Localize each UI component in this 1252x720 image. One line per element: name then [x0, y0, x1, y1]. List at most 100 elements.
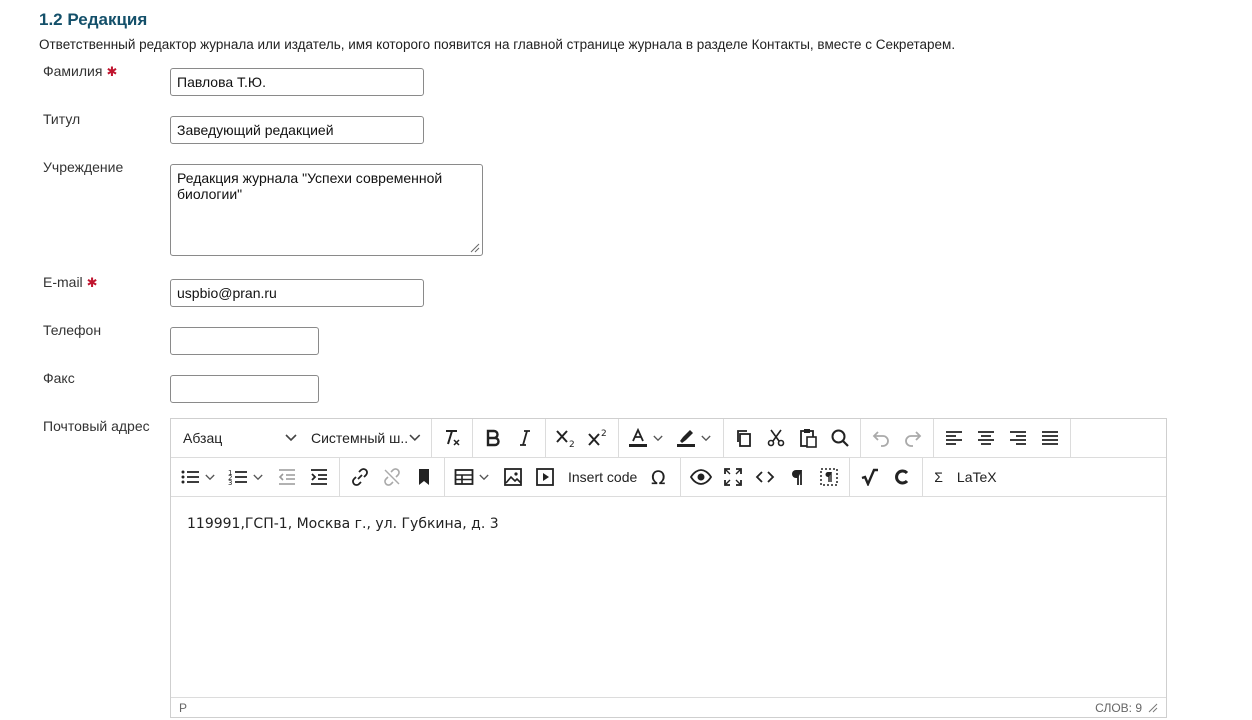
- numbered-list-button[interactable]: 123: [224, 461, 270, 493]
- email-label-text: E-mail: [43, 274, 83, 290]
- highlight-color-button[interactable]: [672, 422, 718, 454]
- resize-grip-icon[interactable]: [470, 243, 480, 253]
- institution-label: Учреждение: [43, 159, 124, 175]
- resize-handle-icon[interactable]: [1148, 703, 1158, 713]
- script-group: 2 2: [546, 418, 619, 458]
- cut-button[interactable]: [761, 422, 791, 454]
- text-color-icon: [629, 428, 647, 447]
- show-blocks-button[interactable]: [814, 461, 844, 493]
- latex-group: Σ LaTeX: [923, 458, 1007, 497]
- italic-icon: [520, 430, 530, 446]
- svg-text:3: 3: [228, 479, 232, 486]
- image-button[interactable]: [498, 461, 528, 493]
- editor-paragraph: 119991,ГСП-1, Москва г., ул. Губкина, д.…: [187, 516, 499, 532]
- svg-text:2: 2: [601, 429, 607, 439]
- link-button[interactable]: [345, 461, 375, 493]
- bold-icon: [486, 429, 500, 447]
- link-icon: [352, 468, 368, 486]
- media-icon: [536, 468, 554, 486]
- justify-button[interactable]: [1035, 422, 1065, 454]
- title-label: Титул: [43, 111, 81, 127]
- institution-textarea[interactable]: Редакция журнала "Успехи современной био…: [170, 164, 483, 256]
- outdent-button[interactable]: [272, 461, 302, 493]
- bullet-list-icon: [181, 470, 199, 484]
- unlink-icon: [384, 468, 400, 486]
- italic-button[interactable]: [510, 422, 540, 454]
- source-code-icon: [755, 471, 775, 483]
- svg-text:2: 2: [569, 440, 575, 448]
- bookmark-button[interactable]: [409, 461, 439, 493]
- copy-button[interactable]: [729, 422, 759, 454]
- align-right-icon: [1010, 431, 1026, 445]
- align-center-icon: [978, 431, 994, 445]
- indent-button[interactable]: [304, 461, 334, 493]
- editor-statusbar: P СЛОВ: 9: [171, 697, 1166, 717]
- find-button[interactable]: [825, 422, 855, 454]
- find-icon: [831, 429, 849, 447]
- preview-button[interactable]: [686, 461, 716, 493]
- align-center-button[interactable]: [971, 422, 1001, 454]
- bookmark-icon: [419, 469, 429, 485]
- postal-label: Почтовый адрес: [43, 418, 150, 434]
- fax-input[interactable]: [170, 375, 319, 403]
- outdent-icon: [278, 469, 295, 485]
- surname-input[interactable]: [170, 68, 424, 96]
- insert-code-button[interactable]: Insert code: [562, 461, 643, 493]
- redo-button[interactable]: [898, 422, 928, 454]
- chemistry-button[interactable]: [887, 461, 917, 493]
- paste-button[interactable]: [793, 422, 823, 454]
- special-char-button[interactable]: Ω: [645, 461, 675, 493]
- phone-input[interactable]: [170, 327, 319, 355]
- show-blocks-icon: [820, 468, 839, 486]
- chevron-down-icon: [409, 434, 421, 442]
- paragraph-marks-button[interactable]: [782, 461, 812, 493]
- editor-content[interactable]: 119991,ГСП-1, Москва г., ул. Губкина, д.…: [171, 497, 1166, 699]
- undo-button[interactable]: [866, 422, 896, 454]
- unlink-button[interactable]: [377, 461, 407, 493]
- latex-button[interactable]: LaTeX: [951, 461, 1003, 493]
- omega-icon: Ω: [651, 467, 666, 487]
- sigma-button[interactable]: Σ: [928, 461, 949, 493]
- word-count[interactable]: СЛОВ: 9: [1095, 701, 1142, 715]
- align-right-button[interactable]: [1003, 422, 1033, 454]
- clear-formatting-button[interactable]: [437, 422, 467, 454]
- indent-icon: [311, 469, 327, 485]
- superscript-button[interactable]: 2: [583, 422, 613, 454]
- font-family-select[interactable]: Системный ш...: [303, 422, 427, 454]
- cut-icon: [767, 429, 785, 447]
- block-format-value: Абзац: [183, 430, 223, 446]
- media-button[interactable]: [530, 461, 560, 493]
- table-icon: [454, 469, 474, 485]
- surname-label-text: Фамилия: [43, 63, 103, 79]
- highlight-color-icon: [677, 430, 695, 447]
- bold-button[interactable]: [478, 422, 508, 454]
- format-group: Абзац Системный ш...: [171, 418, 432, 458]
- bullet-list-button[interactable]: [176, 461, 222, 493]
- subscript-button[interactable]: 2: [551, 422, 581, 454]
- svg-text:Ω: Ω: [651, 467, 666, 487]
- preview-icon: [690, 469, 713, 485]
- toolbar-row-1: Абзац Системный ш... 2 2: [171, 418, 1166, 458]
- chevron-down-icon: [205, 474, 215, 480]
- source-code-button[interactable]: [750, 461, 780, 493]
- email-label: E-mail ✱: [43, 274, 98, 291]
- required-icon: ✱: [86, 275, 98, 290]
- link-group: [340, 457, 445, 497]
- fullscreen-button[interactable]: [718, 461, 748, 493]
- math-group: [850, 457, 924, 497]
- align-left-button[interactable]: [939, 422, 969, 454]
- table-button[interactable]: [450, 461, 496, 493]
- element-path[interactable]: P: [179, 701, 187, 715]
- insert-group: Insert code Ω: [445, 457, 682, 497]
- clipboard-group: [724, 418, 861, 458]
- align-left-icon: [946, 431, 962, 445]
- section-description: Ответственный редактор журнала или издат…: [39, 37, 956, 52]
- text-color-button[interactable]: [624, 422, 670, 454]
- email-input[interactable]: [170, 279, 424, 307]
- title-input[interactable]: [170, 116, 424, 144]
- history-group: [861, 418, 934, 458]
- fax-label: Факс: [43, 370, 75, 386]
- block-format-select[interactable]: Абзац: [175, 422, 303, 454]
- sqrt-button[interactable]: [855, 461, 885, 493]
- chemistry-icon: [895, 469, 909, 485]
